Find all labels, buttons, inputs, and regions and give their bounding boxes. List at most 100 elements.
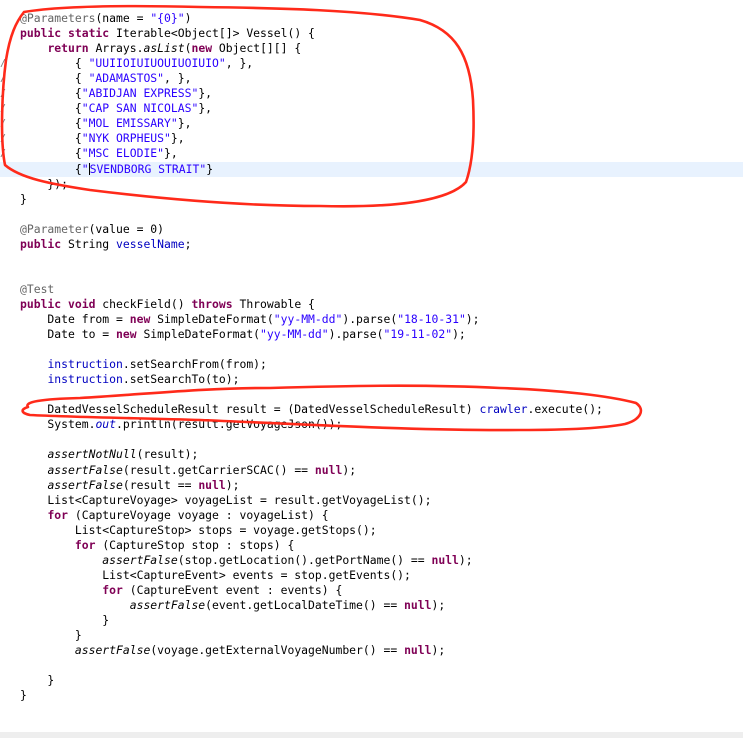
code-line[interactable]: {"SVENDBORG STRAIT"}: [0, 161, 743, 177]
code-line[interactable]: / {"NYK ORPHEUS"},: [0, 131, 743, 146]
code-line[interactable]: / {"CAP SAN NICOLAS"},: [0, 101, 743, 116]
token-kw: for: [102, 582, 130, 597]
code-text: @Parameters(name = "{0}"): [20, 11, 191, 26]
code-text: Date to = new SimpleDateFormat("yy-MM-dd…: [20, 327, 465, 342]
code-line[interactable]: assertFalse(event.getLocalDateTime() == …: [0, 598, 743, 613]
code-line[interactable]: assertFalse(result.getCarrierSCAC() == n…: [0, 463, 743, 478]
token: (result);: [136, 447, 199, 462]
code-line[interactable]: Date from = new SimpleDateFormat("yy-MM-…: [0, 312, 743, 327]
token: {: [20, 71, 89, 86]
code-line[interactable]: [0, 252, 743, 267]
code-text: assertNotNull(result);: [20, 447, 198, 462]
token: (result ==: [122, 477, 199, 492]
code-line[interactable]: assertFalse(stop.getLocation().getPortNa…: [0, 553, 743, 568]
code-text: List<CaptureStop> stops = voyage.getStop…: [20, 523, 377, 538]
code-line[interactable]: @Parameter(value = 0): [0, 222, 743, 237]
code-line[interactable]: public String vesselName;: [0, 237, 743, 252]
token-str: "UUIIOIUIUOUIUOIUIO": [88, 56, 226, 71]
token: );: [465, 312, 480, 326]
code-line[interactable]: for (CaptureVoyage voyage : voyageList) …: [0, 508, 743, 523]
code-text: @Parameter(value = 0): [20, 222, 164, 237]
code-line[interactable]: public void checkField() throws Throwabl…: [0, 297, 743, 312]
code-line[interactable]: List<CaptureStop> stops = voyage.getStop…: [0, 523, 743, 538]
code-line[interactable]: assertFalse(voyage.getExternalVoyageNumb…: [0, 643, 743, 658]
token-kw: new: [191, 41, 219, 56]
code-line[interactable]: });: [0, 177, 743, 192]
code-line[interactable]: / {"ABIDJAN EXPRESS"},: [0, 86, 743, 101]
code-line[interactable]: }: [0, 613, 743, 628]
token: (CaptureVoyage voyage : voyageList) {: [74, 507, 329, 522]
code-line[interactable]: / { "ADAMASTOS", },: [0, 71, 743, 86]
code-line[interactable]: [0, 432, 743, 447]
code-line[interactable]: [0, 342, 743, 357]
code-line[interactable]: @Parameters(name = "{0}"): [0, 11, 743, 26]
code-text: {"SVENDBORG STRAIT"}: [20, 162, 213, 177]
code-editor[interactable]: @Parameters(name = "{0}") public static I…: [0, 0, 743, 738]
token-smeth: asList: [143, 41, 185, 56]
token: {: [20, 131, 82, 146]
token-str: "18-10-31": [397, 312, 466, 326]
code-line[interactable]: instruction.setSearchFrom(from);: [0, 357, 743, 372]
token: , },: [225, 56, 254, 71]
code-line[interactable]: [0, 387, 743, 402]
token: .execute();: [527, 402, 603, 417]
token: ;: [184, 236, 192, 251]
code-line[interactable]: [0, 207, 743, 222]
code-text: assertFalse(result == null);: [20, 478, 239, 493]
token: ).parse(: [328, 327, 384, 342]
code-line[interactable]: Date to = new SimpleDateFormat("yy-MM-dd…: [0, 327, 743, 342]
token: );: [431, 597, 446, 612]
token: Object[][] {: [218, 41, 302, 56]
token-kw: new: [116, 327, 144, 342]
token: (CaptureEvent event : events) {: [129, 582, 343, 597]
token: },: [164, 146, 178, 161]
token: System.: [20, 417, 96, 432]
token-str: "MOL EMISSARY": [81, 116, 178, 131]
code-line[interactable]: / {"MOL EMISSARY"},: [0, 116, 743, 131]
code-line[interactable]: [0, 658, 743, 673]
token-kw: public void: [20, 296, 103, 311]
token-str: "NYK ORPHEUS": [81, 131, 171, 146]
code-line[interactable]: DatedVesselScheduleResult result = (Date…: [0, 402, 743, 417]
code-line[interactable]: List<CaptureVoyage> voyageList = result.…: [0, 493, 743, 508]
token-kw: throws: [191, 296, 240, 311]
token-smeth: assertFalse: [102, 552, 178, 567]
gutter-change-marker: /: [0, 73, 7, 85]
code-text: }: [20, 688, 27, 703]
token: }: [206, 161, 214, 176]
code-line[interactable]: public static Iterable<Object[]> Vessel(…: [0, 26, 743, 41]
token: },: [170, 131, 185, 146]
token: {: [20, 101, 82, 116]
token: );: [225, 477, 240, 492]
token-kw: new: [129, 312, 158, 326]
code-line[interactable]: [0, 267, 743, 282]
code-line[interactable]: }: [0, 688, 743, 703]
code-line[interactable]: / {"MSC ELODIE"},: [0, 146, 743, 161]
code-line[interactable]: assertFalse(result == null);: [0, 478, 743, 493]
code-line[interactable]: return Arrays.asList(new Object[][] {: [0, 41, 743, 56]
token: List<CaptureEvent> events = stop.getEven…: [20, 567, 411, 582]
code-line[interactable]: for (CaptureEvent event : events) {: [0, 583, 743, 598]
code-line[interactable]: @Test: [0, 282, 743, 297]
editor-bottom-strip: [0, 732, 743, 738]
token-kw: for: [47, 507, 75, 522]
token: .println(result.getVoyageJson());: [116, 417, 343, 432]
code-line[interactable]: }: [0, 673, 743, 688]
token: );: [342, 462, 357, 477]
code-line[interactable]: assertNotNull(result);: [0, 447, 743, 462]
code-line[interactable]: }: [0, 628, 743, 643]
code-line[interactable]: List<CaptureEvent> events = stop.getEven…: [0, 568, 743, 583]
code-line[interactable]: instruction.setSearchTo(to);: [0, 372, 743, 387]
code-line[interactable]: System.out.println(result.getVoyageJson(…: [0, 417, 743, 432]
token: }: [20, 613, 110, 627]
token-str: "MSC ELODIE": [81, 146, 165, 161]
code-line[interactable]: / { "UUIIOIUIUOUIUOIUIO", },: [0, 56, 743, 71]
token: }: [20, 688, 27, 703]
code-line[interactable]: for (CaptureStop stop : stops) {: [0, 538, 743, 553]
code-line[interactable]: }: [0, 192, 743, 207]
gutter-change-marker: /: [0, 133, 7, 145]
